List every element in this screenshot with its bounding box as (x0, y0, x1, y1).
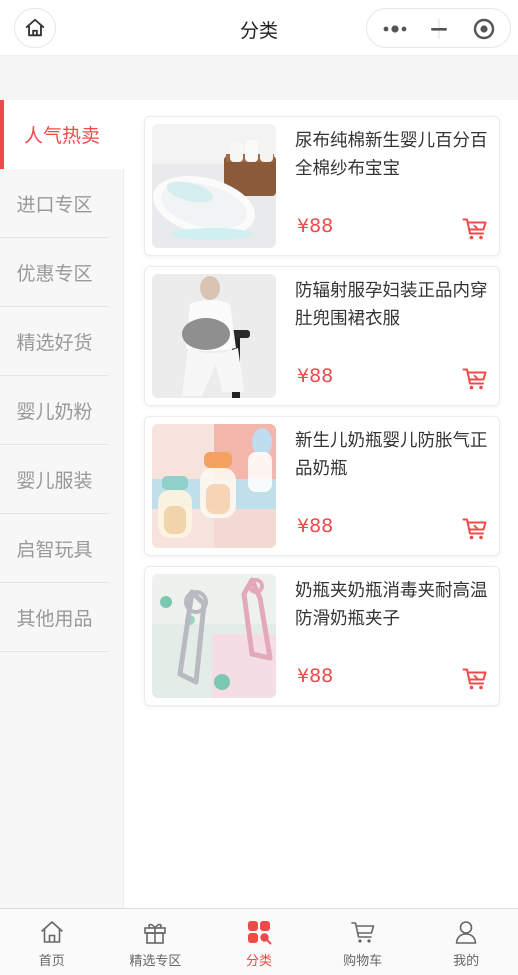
add-to-cart-icon[interactable] (462, 517, 488, 541)
tab-selected[interactable]: 精选专区 (104, 909, 208, 975)
user-icon (455, 921, 477, 944)
header-spacer (0, 56, 518, 100)
product-name[interactable]: 奶瓶夹奶瓶消毒夹耐高温防滑奶瓶夹子 (295, 577, 493, 633)
sidebar-item-formula[interactable]: 婴儿奶粉 (0, 376, 109, 445)
sidebar-item-selected[interactable]: 精选好货 (0, 307, 109, 376)
product-card[interactable]: 新生儿奶瓶婴儿防胀气正品奶瓶 ¥88 (144, 416, 500, 556)
product-image[interactable] (152, 574, 276, 698)
product-card[interactable]: 奶瓶夹奶瓶消毒夹耐高温防滑奶瓶夹子 ¥88 (144, 566, 500, 706)
add-to-cart-icon[interactable] (462, 667, 488, 691)
tab-label: 分类 (245, 954, 272, 969)
tab-label: 购物车 (343, 954, 383, 969)
product-name[interactable]: 新生儿奶瓶婴儿防胀气正品奶瓶 (295, 427, 493, 483)
home-icon (40, 921, 63, 943)
tab-label: 精选专区 (129, 954, 182, 969)
sidebar-item-label: 进口专区 (16, 193, 93, 216)
sidebar-item-discount[interactable]: 优惠专区 (0, 238, 109, 307)
bottom-tab-bar: 首页 精选专区 分类 购物车 我的 (0, 908, 518, 975)
add-to-cart-icon[interactable] (462, 367, 488, 391)
gift-icon (144, 923, 167, 944)
product-card[interactable]: 防辐射服孕妇装正品内穿肚兜围裙衣服 ¥88 (144, 266, 500, 406)
product-price: ¥88 (297, 365, 334, 387)
category-sidebar: 人气热卖 进口专区 优惠专区 精选好货 婴儿奶粉 婴儿服装 启智玩具 其他用品 (0, 100, 124, 908)
product-image[interactable] (152, 274, 276, 398)
sidebar-item-other[interactable]: 其他用品 (0, 583, 109, 652)
sidebar-item-popular[interactable]: 人气热卖 (0, 100, 124, 169)
tab-profile[interactable]: 我的 (414, 909, 518, 975)
sidebar-item-label: 其他用品 (16, 607, 93, 630)
tab-category[interactable]: 分类 (207, 909, 311, 975)
category-icon (247, 921, 272, 945)
product-price: ¥88 (297, 665, 334, 687)
product-card[interactable]: 尿布纯棉新生婴儿百分百全棉纱布宝宝 ¥88 (144, 116, 500, 256)
sidebar-item-label: 人气热卖 (23, 125, 100, 147)
product-name[interactable]: 尿布纯棉新生婴儿百分百全棉纱布宝宝 (295, 127, 493, 183)
product-list: 尿布纯棉新生婴儿百分百全棉纱布宝宝 ¥88 防辐射服孕妇装正品内穿肚兜围裙衣服 … (124, 100, 518, 908)
product-price: ¥88 (297, 515, 334, 537)
close-icon[interactable] (473, 18, 495, 40)
sidebar-item-label: 精选好货 (16, 331, 93, 354)
sidebar-item-toys[interactable]: 启智玩具 (0, 514, 109, 583)
tab-home[interactable]: 首页 (0, 909, 104, 975)
sidebar-item-label: 婴儿奶粉 (16, 400, 93, 423)
tab-label: 我的 (453, 954, 480, 969)
nav-header: 分类 (0, 0, 518, 56)
sidebar-item-label: 启智玩具 (16, 538, 93, 561)
product-price: ¥88 (297, 215, 334, 237)
sidebar-item-clothing[interactable]: 婴儿服装 (0, 445, 109, 514)
product-name[interactable]: 防辐射服孕妇装正品内穿肚兜围裙衣服 (295, 277, 493, 333)
more-icon[interactable] (381, 21, 409, 37)
add-to-cart-icon[interactable] (462, 217, 488, 241)
sidebar-item-label: 婴儿服装 (16, 469, 93, 492)
product-image[interactable] (152, 424, 276, 548)
cart-icon (350, 922, 374, 943)
mini-program-capsule (366, 8, 511, 48)
sidebar-item-label: 优惠专区 (16, 262, 93, 285)
tab-cart[interactable]: 购物车 (311, 909, 415, 975)
product-image[interactable] (152, 124, 276, 248)
sidebar-item-imported[interactable]: 进口专区 (0, 169, 109, 238)
tab-label: 首页 (38, 954, 65, 969)
minimize-icon[interactable] (429, 21, 449, 37)
